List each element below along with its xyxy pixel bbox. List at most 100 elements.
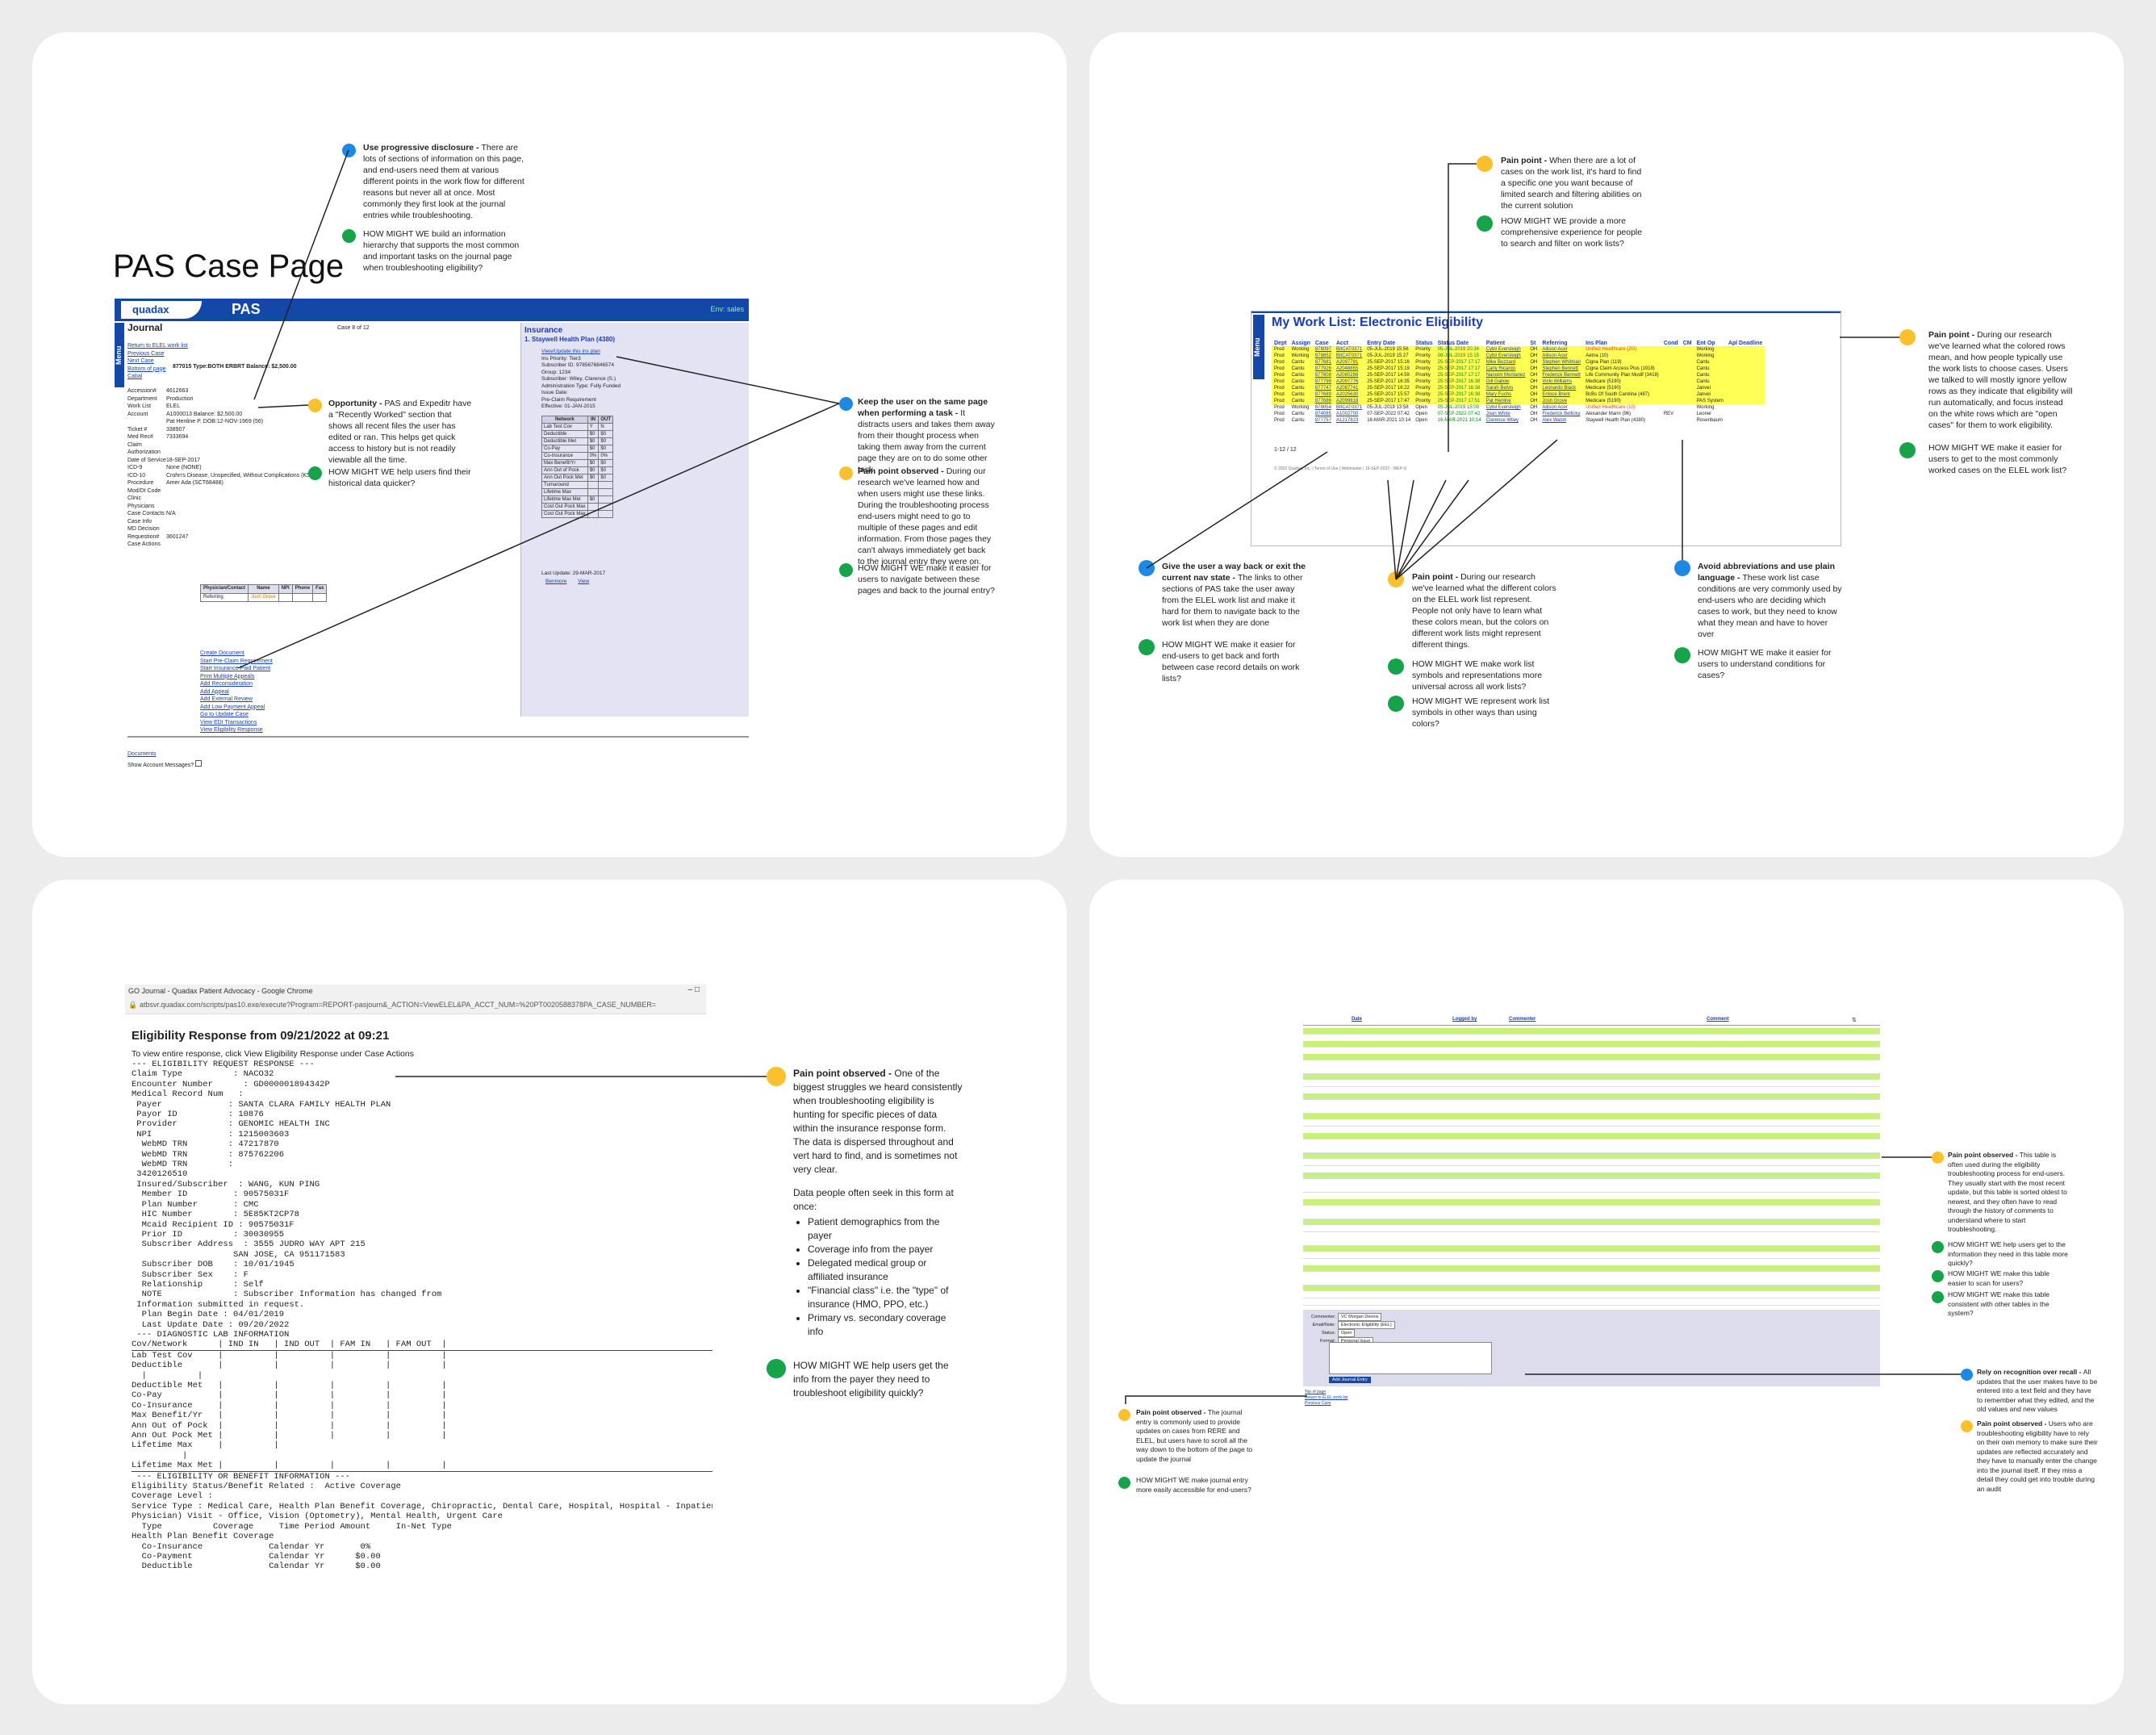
case-action-link[interactable]: View Eligibility Response: [200, 726, 273, 734]
work-list-header[interactable]: Patient: [1484, 341, 1528, 346]
work-list-cell[interactable]: BIICAT0371: [1334, 404, 1364, 411]
work-list-cell[interactable]: A2097776: [1333, 378, 1365, 385]
work-list-cell[interactable]: Sarah Belvis: [1483, 385, 1528, 391]
work-list-cell[interactable]: Stephen Bennett: [1540, 366, 1584, 372]
journal-entry-textarea[interactable]: [1329, 1342, 1492, 1374]
nav-link[interactable]: Return to ELEL work list: [127, 342, 188, 350]
work-list-cell[interactable]: Joan White: [1484, 411, 1528, 417]
work-list-cell[interactable]: 877689: [1312, 391, 1334, 398]
journal-header[interactable]: Logged by: [1452, 1017, 1477, 1022]
work-list-cell[interactable]: Allison Acer: [1540, 353, 1584, 359]
case-action-link[interactable]: View EDI Transactions: [200, 719, 273, 727]
work-list-cell[interactable]: 877681: [1312, 359, 1334, 366]
work-list-cell[interactable]: Josh Grove: [1540, 398, 1584, 404]
add-journal-entry-button[interactable]: Add Journal Entry: [1329, 1377, 1371, 1383]
work-list-header[interactable]: Referring: [1540, 341, 1583, 346]
table-row[interactable]: Prod Working 878852 BIICAT0371 05-JUL-2019 1…: [1272, 353, 1765, 359]
case-action-link[interactable]: Create Document: [200, 650, 273, 658]
work-list-cell[interactable]: A2080286: [1333, 372, 1365, 378]
work-list-header[interactable]: Ent Op: [1694, 341, 1726, 346]
table-row[interactable]: Prod Cantu 874085 A1002700 07-SEP-2022 07:42…: [1272, 411, 1765, 417]
journal-footer-link[interactable]: Top of page: [1305, 1390, 1348, 1395]
work-list-cell[interactable]: A1217823: [1334, 417, 1364, 424]
case-action-link[interactable]: Add Reconsideration: [200, 680, 273, 688]
insurance-line[interactable]: View/Update this ins plan: [541, 349, 620, 356]
case-action-link[interactable]: Add Appeal: [200, 688, 273, 696]
journal-footer-link[interactable]: Return to ELEL work list: [1305, 1395, 1348, 1401]
work-list-cell[interactable]: 877686: [1312, 398, 1334, 404]
work-list-cell[interactable]: Allison Acer: [1540, 404, 1583, 411]
case-action-link[interactable]: Go to Update Case: [200, 711, 273, 719]
work-list-header[interactable]: Assign: [1289, 341, 1313, 346]
journal-header[interactable]: Comment: [1707, 1017, 1729, 1022]
window-controls[interactable]: – □: [688, 985, 700, 994]
journal-form-select[interactable]: VC Morgan Dennis: [1338, 1313, 1382, 1321]
work-list-cell[interactable]: 878097: [1312, 346, 1334, 353]
work-list-header[interactable]: Acct: [1334, 341, 1364, 346]
work-list-cell[interactable]: Cybil Eversleigh: [1484, 404, 1528, 411]
journal-footer-link[interactable]: Previous Case: [1305, 1401, 1348, 1407]
work-list-cell[interactable]: Leonardo Black: [1540, 385, 1584, 391]
work-list-cell[interactable]: Clarence Wiley: [1484, 417, 1528, 424]
table-row[interactable]: Prod Cantu 877757 A1217823 16-MAR-2021 10:14…: [1272, 417, 1765, 424]
nav-link[interactable]: Cabal: [127, 373, 188, 381]
work-list-cell[interactable]: Enloce Brent: [1540, 391, 1584, 398]
table-row[interactable]: Prod Cantu 877926 A2048855 25-SEP-2017 15:19…: [1272, 366, 1765, 372]
work-list-cell[interactable]: Vicki Williams: [1540, 378, 1584, 385]
work-list-header[interactable]: CM: [1681, 341, 1694, 346]
work-list-header[interactable]: Cond: [1661, 341, 1681, 346]
case-action-link[interactable]: Add External Review: [200, 696, 273, 704]
journal-form-select[interactable]: Open: [1338, 1329, 1356, 1337]
work-list-cell[interactable]: Mike Buzzard: [1483, 359, 1528, 366]
work-list-cell[interactable]: 878054: [1313, 404, 1334, 411]
show-messages-checkbox[interactable]: [195, 760, 203, 767]
work-list-cell[interactable]: BIICAT0371: [1333, 353, 1365, 359]
work-list-cell[interactable]: 877747: [1312, 385, 1334, 391]
work-list-cell[interactable]: Frederick Bellicky: [1540, 411, 1583, 417]
work-list-cell[interactable]: 877799: [1312, 378, 1334, 385]
work-list-cell[interactable]: 877926: [1312, 366, 1334, 372]
work-list-cell[interactable]: Frederick Bennett: [1540, 372, 1584, 378]
insurance-plan[interactable]: 1. Staywell Health Plan (4380): [524, 336, 615, 343]
work-list-cell[interactable]: Nanoim Montanez: [1483, 372, 1528, 378]
table-row[interactable]: Prod Cantu 877689 A2025630 25-SEP-2017 15:57…: [1272, 391, 1765, 398]
work-list-cell[interactable]: 878852: [1312, 353, 1334, 359]
work-list-cell[interactable]: Stephen Whitman: [1540, 359, 1584, 366]
work-list-header[interactable]: Ins Plan: [1583, 341, 1661, 346]
case-action-link[interactable]: Start Insurance Paid Patient: [200, 665, 273, 673]
work-list-cell[interactable]: Cybil Eversleigh: [1483, 353, 1528, 359]
work-list-header[interactable]: Apl Deadline: [1726, 341, 1765, 346]
work-list-header[interactable]: Dept: [1272, 341, 1289, 346]
work-list-cell[interactable]: A1002700: [1334, 411, 1364, 417]
table-row[interactable]: Prod Working 878054 BIICAT0371 05-JUL-2019 1…: [1272, 404, 1765, 411]
work-list-cell[interactable]: A2048855: [1333, 366, 1365, 372]
work-list-cell[interactable]: Mary Fuchs: [1483, 391, 1528, 398]
documents-link[interactable]: Documents: [127, 750, 156, 759]
journal-header[interactable]: Commenter: [1509, 1017, 1536, 1022]
case-action-link[interactable]: Start Pre-Claim Requirement: [200, 658, 273, 666]
work-list-header[interactable]: Status: [1413, 341, 1435, 346]
case-action-link[interactable]: Print Multiple Appeals: [200, 673, 273, 681]
work-list-cell[interactable]: A2087741: [1333, 385, 1365, 391]
table-row[interactable]: Prod Cantu 877808 A2080286 25-SEP-2017 14:59…: [1272, 372, 1765, 378]
work-list-cell[interactable]: 874085: [1313, 411, 1334, 417]
work-list-cell[interactable]: A2025630: [1333, 391, 1365, 398]
work-list-cell[interactable]: Cybil Eversleigh: [1483, 346, 1528, 353]
work-list-cell[interactable]: A2097781: [1333, 359, 1365, 366]
menu-tab[interactable]: Menu: [115, 323, 124, 387]
table-row[interactable]: Prod Cantu 877799 A2097776 25-SEP-2017 16:35…: [1272, 378, 1765, 385]
work-list-cell[interactable]: Gill Gallow: [1483, 378, 1528, 385]
work-list-cell[interactable]: 877757: [1313, 417, 1334, 424]
work-list-cell[interactable]: BIICAT0371: [1333, 346, 1365, 353]
table-row[interactable]: Prod Cantu 877681 A2097781 25-SEP-2017 15:16…: [1272, 359, 1765, 366]
table-row[interactable]: Prod Working 878097 BIICAT0371 05-JUL-2019 1…: [1272, 346, 1765, 353]
work-list-cell[interactable]: A2099818: [1333, 398, 1365, 404]
work-list-cell[interactable]: 877808: [1312, 372, 1334, 378]
url-bar[interactable]: atbsvr.quadax.com/scripts/pas10.exe/exec…: [140, 1001, 704, 1009]
work-list-cell[interactable]: Pat Henline: [1483, 398, 1528, 404]
work-list-cell[interactable]: Carly Ricardo: [1483, 366, 1528, 372]
table-row[interactable]: Prod Cantu 877747 A2087741 25-SEP-2017 16:22…: [1272, 385, 1765, 391]
menu-tab[interactable]: Menu: [1253, 315, 1264, 379]
table-row[interactable]: Prod Cantu 877686 A2099818 25-SEP-2017 17:47…: [1272, 398, 1765, 404]
work-list-header[interactable]: Entry Date: [1364, 341, 1413, 346]
